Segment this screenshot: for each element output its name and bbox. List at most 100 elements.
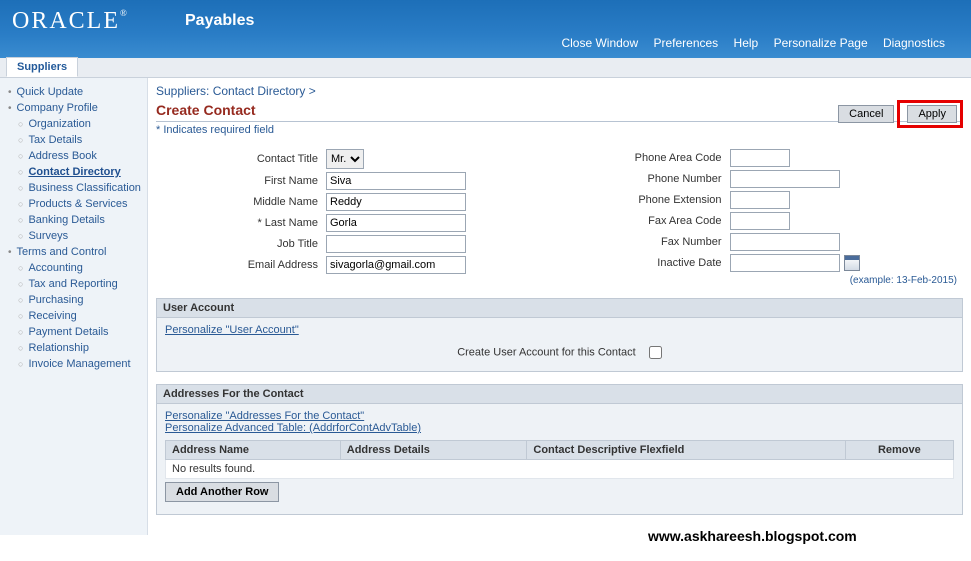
user-account-section: User Account Personalize "User Account" … <box>156 298 963 372</box>
sidebar-link[interactable]: Tax and Reporting <box>28 278 117 290</box>
table-row: No results found. <box>166 460 954 479</box>
calendar-icon[interactable] <box>844 255 860 271</box>
sidebar-link[interactable]: Surveys <box>28 230 68 242</box>
sidebar-item-invoice-management[interactable]: Invoice Management <box>4 356 143 372</box>
sidebar-item-purchasing[interactable]: Purchasing <box>4 292 143 308</box>
col-flexfield[interactable]: Contact Descriptive Flexfield <box>527 441 845 460</box>
sidebar-link[interactable]: Purchasing <box>28 294 83 306</box>
sidebar-item-quick-update[interactable]: Quick Update <box>4 84 143 100</box>
action-buttons: Cancel Apply <box>834 100 963 128</box>
job-title-input[interactable] <box>326 235 466 253</box>
contact-form: Contact Title Mr. First Name Middle Name… <box>156 146 963 286</box>
contact-title-select[interactable]: Mr. <box>326 149 364 169</box>
sidebar-item-tax-and-reporting[interactable]: Tax and Reporting <box>4 276 143 292</box>
apply-button[interactable]: Apply <box>907 105 957 123</box>
sidebar-item-relationship[interactable]: Relationship <box>4 340 143 356</box>
form-left-column: Contact Title Mr. First Name Middle Name… <box>156 146 560 286</box>
sidebar-link[interactable]: Accounting <box>28 262 82 274</box>
sidebar-item-tax-details[interactable]: Tax Details <box>4 132 143 148</box>
fax-area-label: Fax Area Code <box>560 215 730 227</box>
first-name-label: First Name <box>156 175 326 187</box>
col-address-details[interactable]: Address Details <box>340 441 527 460</box>
col-address-name[interactable]: Address Name <box>166 441 341 460</box>
phone-ext-input[interactable] <box>730 191 790 209</box>
sidebar-link[interactable]: Receiving <box>28 310 76 322</box>
sidebar-link[interactable]: Terms and Control <box>17 246 107 258</box>
col-remove[interactable]: Remove <box>845 441 953 460</box>
sidebar-item-terms-and-control[interactable]: Terms and Control <box>4 244 143 260</box>
sidebar-link[interactable]: Products & Services <box>28 198 127 210</box>
breadcrumb[interactable]: Suppliers: Contact Directory > <box>156 82 963 102</box>
sidebar-link[interactable]: Relationship <box>28 342 89 354</box>
sidebar-item-contact-directory[interactable]: Contact Directory <box>4 164 143 180</box>
inactive-date-input[interactable] <box>730 254 840 272</box>
inactive-date-label: Inactive Date <box>560 257 730 269</box>
user-account-header: User Account <box>157 299 962 318</box>
personalize-addresses-link[interactable]: Personalize "Addresses For the Contact" <box>165 410 364 422</box>
phone-area-input[interactable] <box>730 149 790 167</box>
registered-mark: ® <box>120 8 127 18</box>
sidebar-link[interactable]: Tax Details <box>28 134 82 146</box>
sidebar-link[interactable]: Organization <box>28 118 90 130</box>
nav-personalize-page[interactable]: Personalize Page <box>774 36 868 50</box>
cancel-button[interactable]: Cancel <box>838 105 894 123</box>
phone-number-input[interactable] <box>730 170 840 188</box>
sidebar: Quick Update Company Profile Organization T… <box>0 78 148 535</box>
middle-name-input[interactable] <box>326 193 466 211</box>
sidebar-item-organization[interactable]: Organization <box>4 116 143 132</box>
sidebar-item-company-profile[interactable]: Company Profile <box>4 100 143 116</box>
addresses-section: Addresses For the Contact Personalize "A… <box>156 384 963 515</box>
phone-number-label: Phone Number <box>560 173 730 185</box>
nav-help[interactable]: Help <box>734 36 759 50</box>
sidebar-link[interactable]: Banking Details <box>28 214 104 226</box>
watermark: www.askhareesh.blogspot.com <box>648 528 857 544</box>
tab-bar: Suppliers <box>0 58 971 78</box>
addresses-header: Addresses For the Contact <box>157 385 962 404</box>
sidebar-item-products-services[interactable]: Products & Services <box>4 196 143 212</box>
sidebar-link[interactable]: Quick Update <box>17 86 84 98</box>
nav-preferences[interactable]: Preferences <box>653 36 718 50</box>
phone-ext-label: Phone Extension <box>560 194 730 206</box>
nav-diagnostics[interactable]: Diagnostics <box>883 36 945 50</box>
apply-highlight: Apply <box>897 100 963 128</box>
nav-close-window[interactable]: Close Window <box>561 36 638 50</box>
fax-area-input[interactable] <box>730 212 790 230</box>
sidebar-item-business-classification[interactable]: Business Classification <box>4 180 143 196</box>
module-title: Payables <box>185 12 254 30</box>
fax-number-label: Fax Number <box>560 236 730 248</box>
top-nav: Close Window Preferences Help Personaliz… <box>555 36 951 50</box>
last-name-label: * Last Name <box>156 217 326 229</box>
sidebar-link[interactable]: Business Classification <box>28 182 141 194</box>
brand-text: ORACLE <box>12 8 120 34</box>
sidebar-link[interactable]: Payment Details <box>28 326 108 338</box>
first-name-input[interactable] <box>326 172 466 190</box>
date-example: (example: 13-Feb-2015) <box>560 275 964 286</box>
middle-name-label: Middle Name <box>156 196 326 208</box>
main-content: Suppliers: Contact Directory > Create Co… <box>148 78 971 535</box>
app-header: ORACLE® Payables Close Window Preference… <box>0 0 971 58</box>
last-name-input[interactable] <box>326 214 466 232</box>
oracle-logo: ORACLE® <box>12 8 127 35</box>
personalize-adv-table-link[interactable]: Personalize Advanced Table: (AddrforCont… <box>165 422 421 434</box>
sidebar-item-receiving[interactable]: Receiving <box>4 308 143 324</box>
fax-number-input[interactable] <box>730 233 840 251</box>
contact-title-label: Contact Title <box>156 153 326 165</box>
no-results: No results found. <box>166 460 954 479</box>
email-input[interactable] <box>326 256 466 274</box>
addresses-table: Address Name Address Details Contact Des… <box>165 440 954 479</box>
sidebar-item-banking-details[interactable]: Banking Details <box>4 212 143 228</box>
create-user-account-checkbox[interactable] <box>649 346 662 359</box>
sidebar-item-surveys[interactable]: Surveys <box>4 228 143 244</box>
tab-suppliers[interactable]: Suppliers <box>6 57 78 77</box>
sidebar-link[interactable]: Invoice Management <box>28 358 130 370</box>
add-another-row-button[interactable]: Add Another Row <box>165 482 279 502</box>
sidebar-link[interactable]: Company Profile <box>17 102 98 114</box>
sidebar-link[interactable]: Address Book <box>28 150 96 162</box>
personalize-user-account-link[interactable]: Personalize "User Account" <box>165 324 299 336</box>
create-user-account-label: Create User Account for this Contact <box>457 346 636 358</box>
sidebar-item-address-book[interactable]: Address Book <box>4 148 143 164</box>
sidebar-item-accounting[interactable]: Accounting <box>4 260 143 276</box>
job-title-label: Job Title <box>156 238 326 250</box>
sidebar-item-payment-details[interactable]: Payment Details <box>4 324 143 340</box>
sidebar-link[interactable]: Contact Directory <box>28 166 120 178</box>
